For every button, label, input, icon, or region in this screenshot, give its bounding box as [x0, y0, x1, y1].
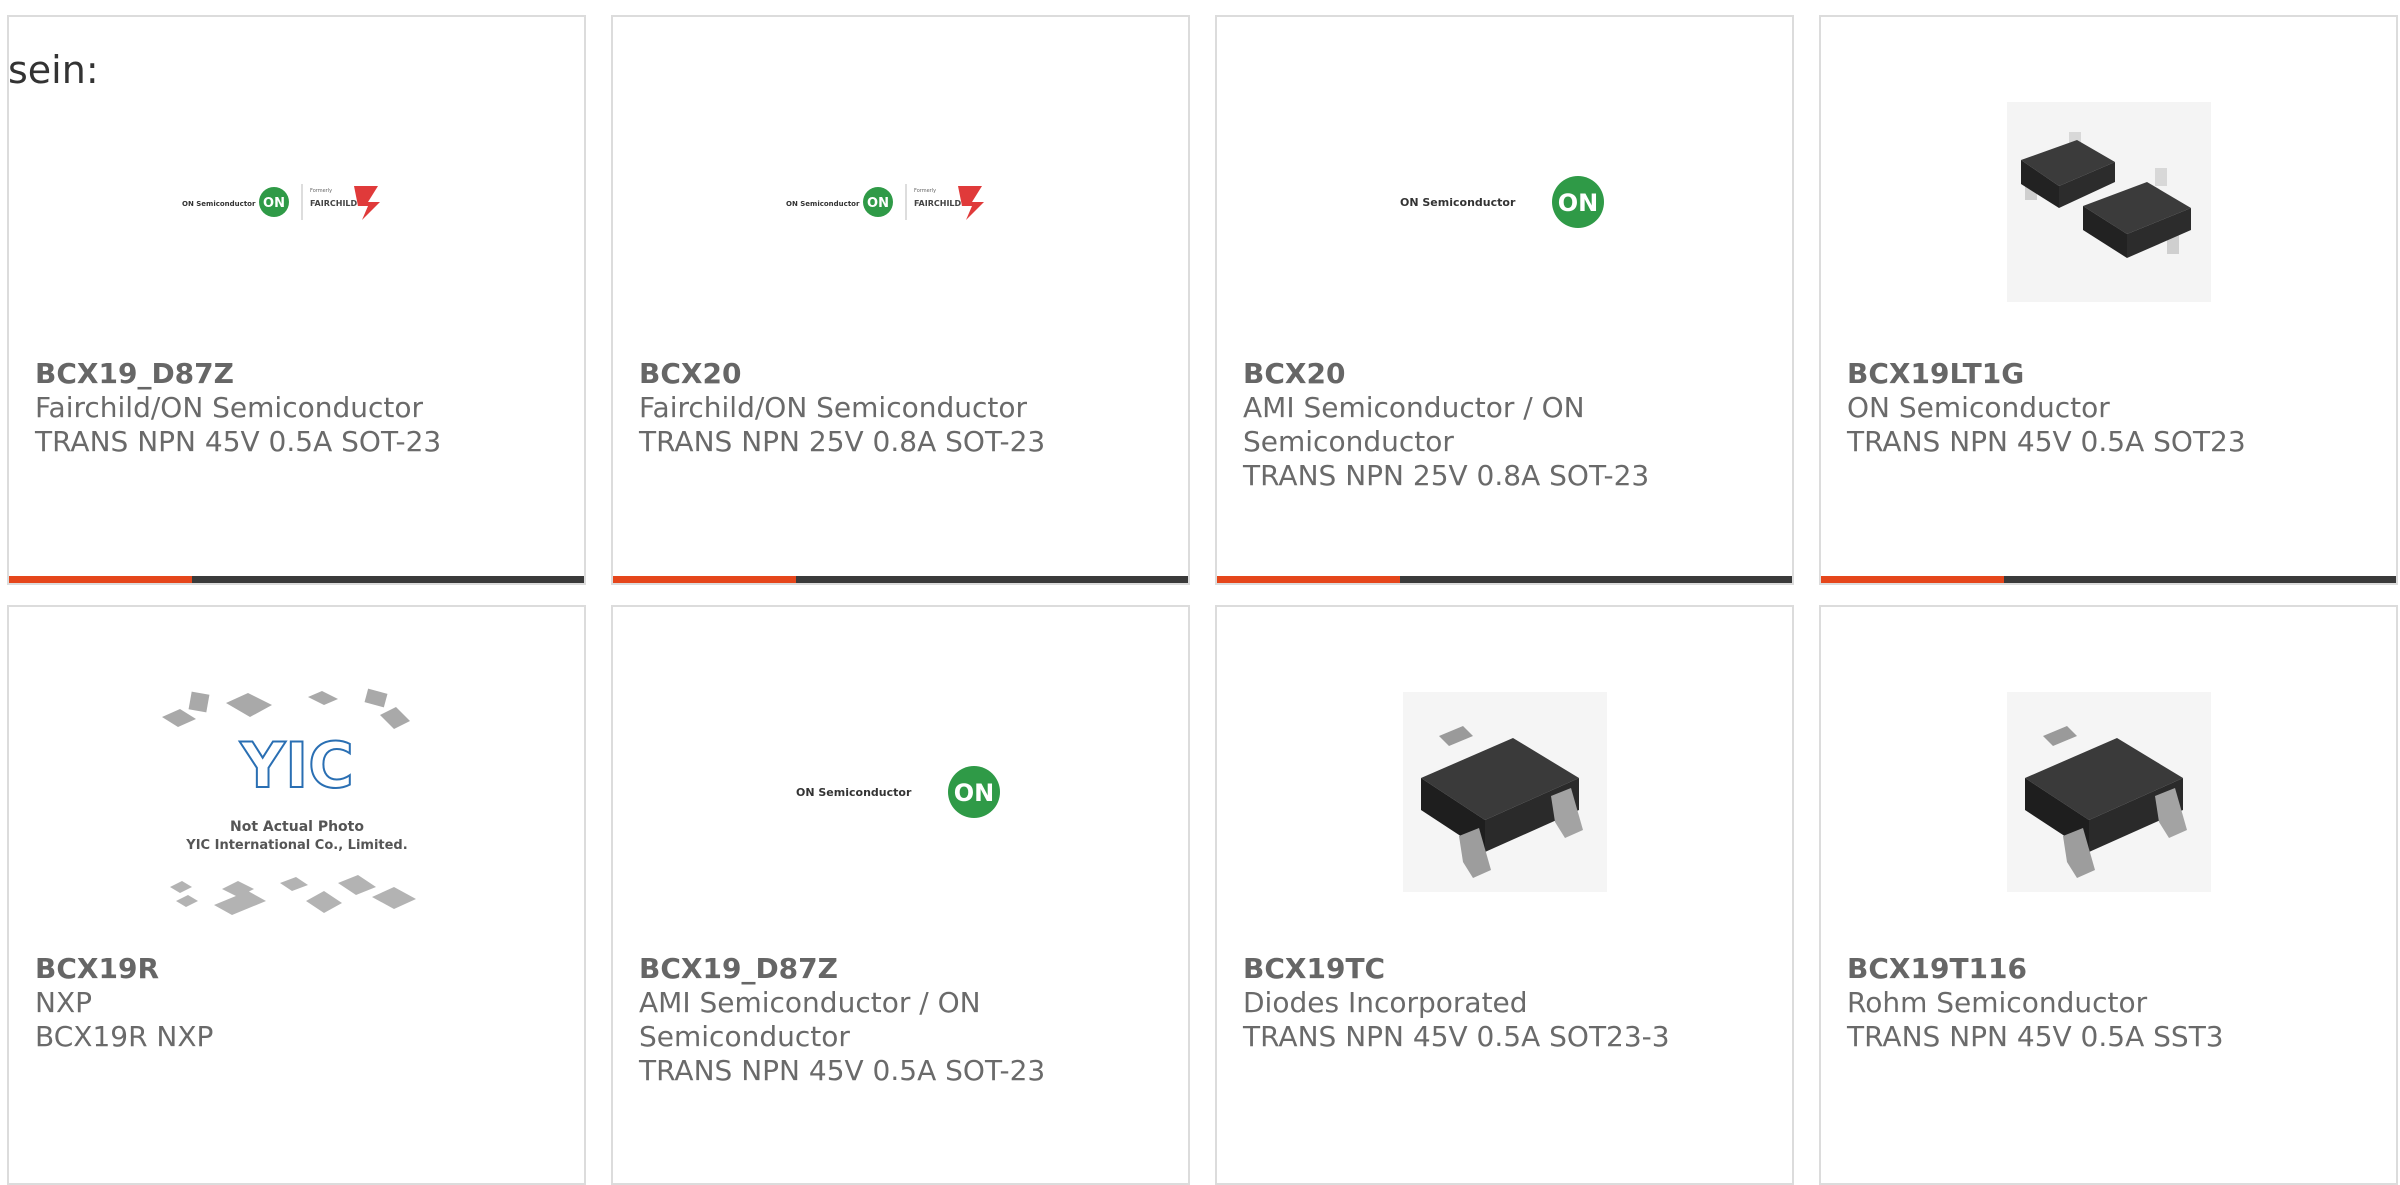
- card-bottom-bar: [613, 576, 1188, 583]
- product-description: TRANS NPN 45V 0.5A SST3: [1847, 1020, 2224, 1053]
- product-card[interactable]: ON Semiconductor ON BCX20 AMI Semiconduc…: [1215, 15, 1794, 585]
- manufacturer-name: Fairchild/ON Semiconductor: [639, 391, 1028, 424]
- card-accent-bar: [613, 576, 796, 583]
- product-card[interactable]: YIC Not Actual Photo YIC International C…: [7, 605, 586, 1185]
- manufacturer-logo-image[interactable]: ON Semiconductor ON Formerly FAIRCHILD.: [9, 87, 584, 317]
- part-number-link[interactable]: BCX19T116: [1847, 952, 2376, 986]
- card-bottom-bar: [1821, 576, 2396, 583]
- product-card[interactable]: ON Semiconductor ON Formerly FAIRCHILD. …: [7, 15, 586, 585]
- logo-fairchild: FAIRCHILD.: [914, 199, 964, 208]
- product-card[interactable]: BCX19T116 Rohm Semiconductor TRANS NPN 4…: [1819, 605, 2398, 1185]
- sot23-package-photo[interactable]: [1821, 87, 2396, 317]
- card-accent-bar: [1217, 576, 1400, 583]
- logo-on-text: ON Semiconductor: [796, 786, 912, 799]
- part-number-link[interactable]: BCX19_D87Z: [35, 357, 564, 391]
- part-number-link[interactable]: BCX20: [1243, 357, 1772, 391]
- card-bottom-bar: [1217, 576, 1792, 583]
- part-number-link[interactable]: BCX19LT1G: [1847, 357, 2376, 391]
- product-card[interactable]: BCX19TC Diodes Incorporated TRANS NPN 45…: [1215, 605, 1794, 1185]
- manufacturer-name: Fairchild/ON Semiconductor: [35, 391, 424, 424]
- logo-on-mark: ON: [263, 196, 285, 211]
- product-card[interactable]: ON Semiconductor ON BCX19_D87Z AMI Semic…: [611, 605, 1190, 1185]
- card-accent-bar: [1821, 576, 2004, 583]
- card-bottom-bar: [9, 576, 584, 583]
- logo-on-mark: ON: [867, 196, 889, 211]
- manufacturer-name: ON Semiconductor: [1847, 391, 2110, 424]
- product-description: TRANS NPN 25V 0.8A SOT-23: [1243, 459, 1650, 492]
- product-description: TRANS NPN 45V 0.5A SOT23: [1847, 425, 2246, 458]
- manufacturer-logo-image[interactable]: ON Semiconductor ON: [1217, 87, 1792, 317]
- product-card[interactable]: BCX19LT1G ON Semiconductor TRANS NPN 45V…: [1819, 15, 2398, 585]
- intro-text: sein:: [8, 48, 99, 92]
- logo-on-text: ON Semiconductor: [786, 200, 860, 208]
- product-description: TRANS NPN 25V 0.8A SOT-23: [639, 425, 1046, 458]
- logo-on-text: ON Semiconductor: [182, 200, 256, 208]
- placeholder-line2: YIC International Co., Limited.: [185, 838, 407, 853]
- manufacturer-name: Rohm Semiconductor: [1847, 986, 2148, 1019]
- product-description: TRANS NPN 45V 0.5A SOT-23: [639, 1054, 1046, 1087]
- product-card[interactable]: ON Semiconductor ON Formerly FAIRCHILD. …: [611, 15, 1190, 585]
- part-number-link[interactable]: BCX20: [639, 357, 1168, 391]
- product-description: BCX19R NXP: [35, 1020, 214, 1053]
- manufacturer-name: Diodes Incorporated: [1243, 986, 1528, 1019]
- logo-fairchild: FAIRCHILD.: [310, 199, 360, 208]
- manufacturer-name: AMI Semiconductor / ON Semiconductor: [639, 986, 981, 1053]
- logo-formerly: Formerly: [310, 188, 332, 194]
- logo-formerly: Formerly: [914, 188, 936, 194]
- logo-on-mark: ON: [1557, 189, 1598, 217]
- product-description: TRANS NPN 45V 0.5A SOT23-3: [1243, 1020, 1670, 1053]
- manufacturer-logo-image[interactable]: ON Semiconductor ON Formerly FAIRCHILD.: [613, 87, 1188, 317]
- card-accent-bar: [9, 576, 192, 583]
- part-number-link[interactable]: BCX19TC: [1243, 952, 1772, 986]
- yic-logo: YIC: [239, 729, 353, 802]
- sot23-package-photo[interactable]: [1821, 677, 2396, 907]
- part-number-link[interactable]: BCX19R: [35, 952, 564, 986]
- manufacturer-name: AMI Semiconductor / ON Semiconductor: [1243, 391, 1585, 458]
- sot23-package-photo[interactable]: [1217, 677, 1792, 907]
- logo-on-text: ON Semiconductor: [1400, 196, 1516, 209]
- manufacturer-name: NXP: [35, 986, 93, 1019]
- part-number-link[interactable]: BCX19_D87Z: [639, 952, 1168, 986]
- product-description: TRANS NPN 45V 0.5A SOT-23: [35, 425, 442, 458]
- placeholder-line1: Not Actual Photo: [230, 819, 364, 835]
- logo-on-mark: ON: [953, 779, 994, 807]
- manufacturer-logo-image[interactable]: ON Semiconductor ON: [613, 677, 1188, 907]
- not-actual-photo-image[interactable]: YIC Not Actual Photo YIC International C…: [9, 688, 584, 922]
